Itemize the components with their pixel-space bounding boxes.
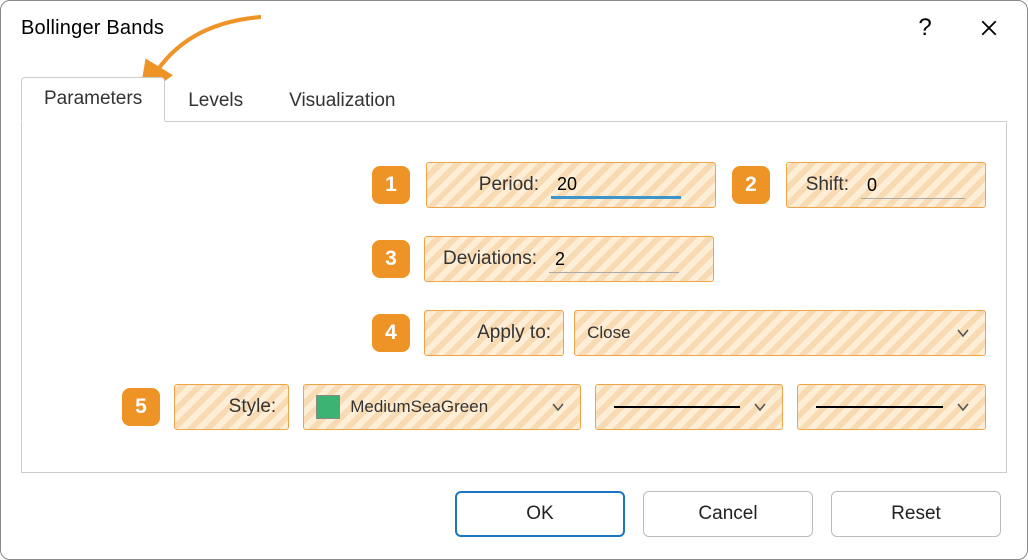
help-button[interactable]: ? — [903, 10, 947, 46]
button-row: OK Cancel Reset — [1, 473, 1027, 559]
ok-button[interactable]: OK — [455, 491, 625, 537]
line-width-preview — [816, 406, 943, 408]
reset-button[interactable]: Reset — [831, 491, 1001, 537]
style-label-highlight: Style: — [174, 384, 289, 430]
period-label: Period: — [439, 174, 551, 196]
apply-to-select[interactable]: Close — [574, 310, 986, 356]
annotation-marker-1: 1 — [372, 166, 410, 204]
style-color-select[interactable]: MediumSeaGreen — [303, 384, 581, 430]
chevron-down-icon — [548, 397, 568, 417]
style-line-type-select[interactable] — [595, 384, 784, 430]
annotation-marker-5: 5 — [122, 388, 160, 426]
chevron-down-icon — [750, 397, 770, 417]
color-swatch — [316, 395, 340, 419]
style-line-width-select[interactable] — [797, 384, 986, 430]
tab-parameters[interactable]: Parameters — [21, 77, 165, 122]
tab-bar: Parameters Levels Visualization — [21, 71, 1027, 121]
close-icon — [980, 19, 998, 37]
style-color-name: MediumSeaGreen — [350, 397, 488, 417]
style-label: Style: — [229, 396, 277, 418]
period-field-highlight: Period: — [426, 162, 716, 208]
deviations-label: Deviations: — [437, 248, 549, 270]
chevron-down-icon — [953, 323, 973, 343]
tab-content: 1 Period: 2 Shift: 3 Deviations: 4 Apply… — [21, 121, 1007, 473]
apply-to-label: Apply to: — [477, 322, 551, 344]
tab-visualization[interactable]: Visualization — [266, 79, 418, 122]
shift-label: Shift: — [799, 174, 861, 196]
close-button[interactable] — [967, 10, 1011, 46]
window-title: Bollinger Bands — [21, 17, 903, 40]
annotation-marker-2: 2 — [732, 166, 770, 204]
shift-input[interactable] — [861, 171, 965, 199]
cancel-button[interactable]: Cancel — [643, 491, 813, 537]
apply-to-label-highlight: Apply to: — [424, 310, 564, 356]
deviations-input[interactable] — [549, 245, 679, 273]
annotation-marker-3: 3 — [372, 240, 410, 278]
apply-to-selected: Close — [587, 323, 630, 343]
annotation-marker-4: 4 — [372, 314, 410, 352]
shift-field-highlight: Shift: — [786, 162, 986, 208]
tab-levels[interactable]: Levels — [165, 79, 266, 122]
dialog-window: Bollinger Bands ? Parameters Levels Visu… — [0, 0, 1028, 560]
titlebar: Bollinger Bands ? — [1, 1, 1027, 51]
period-input[interactable] — [551, 171, 681, 199]
deviations-field-highlight: Deviations: — [424, 236, 714, 282]
chevron-down-icon — [953, 397, 973, 417]
line-type-preview — [614, 406, 741, 408]
